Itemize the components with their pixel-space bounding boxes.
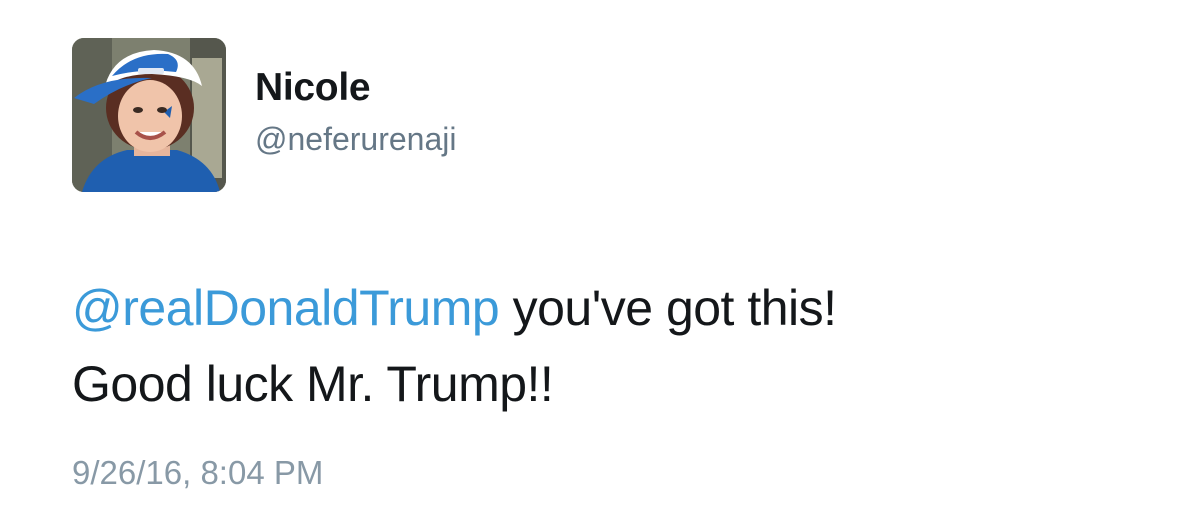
mention-link[interactable]: @realDonaldTrump: [72, 280, 500, 336]
author-name[interactable]: Nicole: [255, 66, 371, 110]
tweet-card: Nicole @neferurenaji @realDonaldTrump yo…: [0, 0, 1200, 528]
tweet-timestamp[interactable]: 9/26/16, 8:04 PM: [72, 454, 323, 492]
tweet-text: @realDonaldTrump you've got this! Good l…: [72, 270, 1172, 422]
avatar[interactable]: [72, 38, 226, 192]
profile-photo-icon: [72, 38, 226, 192]
tweet-text-line2: Good luck Mr. Trump!!: [72, 356, 554, 412]
author-handle[interactable]: @neferurenaji: [255, 121, 456, 158]
tweet-text-line1: you've got this!: [499, 280, 837, 336]
